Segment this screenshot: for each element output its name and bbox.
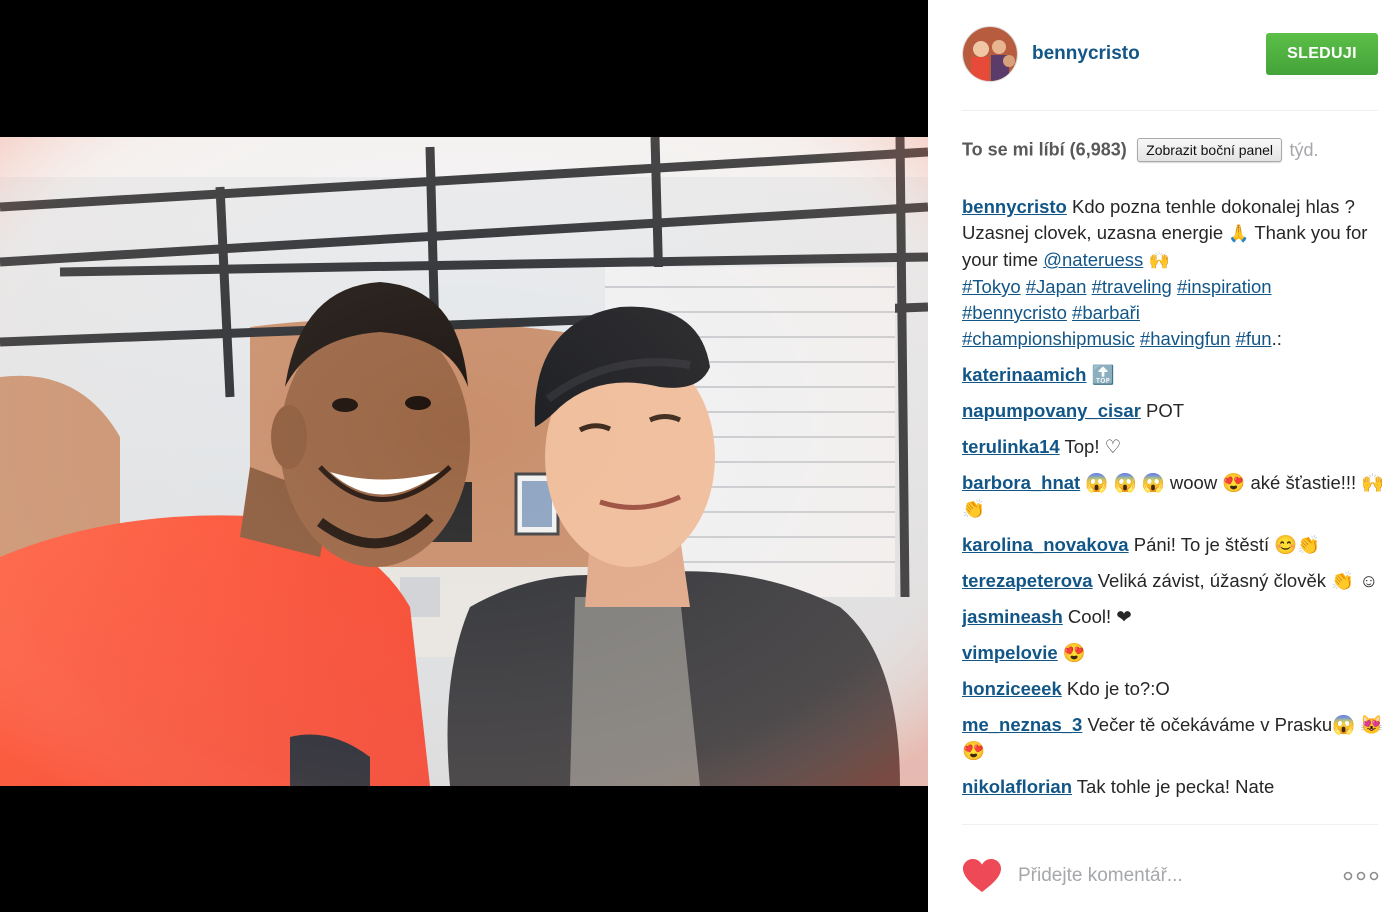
post-sidebar: bennycristo SLEDUJI To se mi líbí (6,983… bbox=[928, 0, 1400, 912]
comment-username[interactable]: vimpelovie bbox=[962, 642, 1058, 663]
caption-tail: .: bbox=[1271, 328, 1282, 349]
like-button[interactable] bbox=[962, 858, 1002, 894]
username-link[interactable]: bennycristo bbox=[1032, 43, 1140, 65]
hashtag-link[interactable]: #bennycristo bbox=[962, 302, 1067, 323]
comment-username[interactable]: napumpovany_cisar bbox=[962, 400, 1141, 421]
comment-text: Kdo je to?:O bbox=[1061, 678, 1170, 699]
comment-list[interactable]: bennycristo Kdo pozna tenhle dokonalej h… bbox=[962, 194, 1392, 824]
comment-item: karolina_novakova Páni! To je štěstí 😊👏 bbox=[962, 532, 1392, 558]
post-header: bennycristo SLEDUJI bbox=[962, 26, 1378, 84]
more-dots-icon bbox=[1343, 871, 1379, 881]
comment-text: POT bbox=[1140, 400, 1185, 421]
comment-text: Cool! ❤ bbox=[1062, 606, 1132, 627]
comment-text: Top! ♡ bbox=[1059, 436, 1122, 457]
hashtag-link[interactable]: #Japan bbox=[1026, 276, 1087, 297]
avatar[interactable] bbox=[962, 26, 1018, 82]
post-timestamp[interactable]: týd. bbox=[1289, 140, 1318, 160]
comment-item: napumpovany_cisar POT bbox=[962, 398, 1392, 424]
hashtag-link[interactable]: #barbaři bbox=[1072, 302, 1140, 323]
hashtag-link[interactable]: #Tokyo bbox=[962, 276, 1021, 297]
comment-username[interactable]: jasmineash bbox=[962, 606, 1063, 627]
caption: bennycristo Kdo pozna tenhle dokonalej h… bbox=[962, 194, 1392, 352]
comment-item: barbora_hnat 😱 😱 😱 woow 😍 aké šťastie!!!… bbox=[962, 470, 1392, 522]
comment-item: terulinka14 Top! ♡ bbox=[962, 434, 1392, 460]
comment-item: vimpelovie 😍 bbox=[962, 640, 1392, 666]
caption-username[interactable]: bennycristo bbox=[962, 196, 1067, 217]
comment-text: Veliká závist, úžasný člověk 👏 ☺ bbox=[1092, 570, 1379, 591]
hashtag-link[interactable]: #traveling bbox=[1092, 276, 1172, 297]
photo-stage bbox=[0, 0, 928, 912]
more-options-button[interactable] bbox=[1342, 866, 1382, 886]
comment-item: honziceeek Kdo je to?:O bbox=[962, 676, 1392, 702]
comment-username[interactable]: katerinaamich bbox=[962, 364, 1086, 385]
mention-link[interactable]: @nateruess bbox=[1043, 249, 1143, 270]
comment-item: jasmineash Cool! ❤ bbox=[962, 604, 1392, 630]
comment-item: terezapeterova Veliká závist, úžasný člo… bbox=[962, 568, 1392, 594]
caption-emoji-2: 🙌 bbox=[1143, 251, 1170, 271]
post-photo[interactable] bbox=[0, 137, 928, 786]
follow-button[interactable]: SLEDUJI bbox=[1266, 33, 1378, 75]
comment-text: Páni! To je štěstí 😊👏 bbox=[1128, 534, 1321, 555]
divider bbox=[962, 824, 1378, 825]
comment-username[interactable]: me_neznas_3 bbox=[962, 714, 1082, 735]
comment-input[interactable] bbox=[1018, 860, 1318, 892]
comment-username[interactable]: karolina_novakova bbox=[962, 534, 1129, 555]
comment-item: me_neznas_3 Večer tě očekáváme v Prasku😱… bbox=[962, 712, 1392, 764]
divider bbox=[962, 110, 1378, 111]
comment-item: katerinaamich 🔝 bbox=[962, 362, 1392, 388]
comment-text: 😍 bbox=[1057, 642, 1086, 663]
hashtag-link[interactable]: #inspiration bbox=[1177, 276, 1272, 297]
hashtag-link[interactable]: #fun bbox=[1236, 328, 1272, 349]
comment-username[interactable]: honziceeek bbox=[962, 678, 1062, 699]
comment-username[interactable]: terulinka14 bbox=[962, 436, 1060, 457]
comment-username[interactable]: terezapeterova bbox=[962, 570, 1093, 591]
hashtag-link[interactable]: #championshipmusic bbox=[962, 328, 1135, 349]
comment-item: nikolaflorian Tak tohle je pecka! Nate bbox=[962, 774, 1392, 800]
comment-username[interactable]: barbora_hnat bbox=[962, 472, 1080, 493]
post-photo-image bbox=[0, 137, 928, 786]
heart-icon bbox=[963, 859, 1001, 892]
show-side-panel-button[interactable]: Zobrazit boční panel bbox=[1137, 138, 1283, 162]
likes-row: To se mi líbí (6,983) Zobrazit boční pan… bbox=[962, 138, 1392, 166]
caption-emoji: 🙏 bbox=[1228, 224, 1250, 244]
likes-count[interactable]: To se mi líbí (6,983) bbox=[962, 140, 1127, 160]
hashtag-link[interactable]: #havingfun bbox=[1140, 328, 1231, 349]
comment-text: Tak tohle je pecka! Nate bbox=[1072, 776, 1275, 797]
comment-username[interactable]: nikolaflorian bbox=[962, 776, 1072, 797]
comment-text: 🔝 bbox=[1086, 364, 1115, 385]
